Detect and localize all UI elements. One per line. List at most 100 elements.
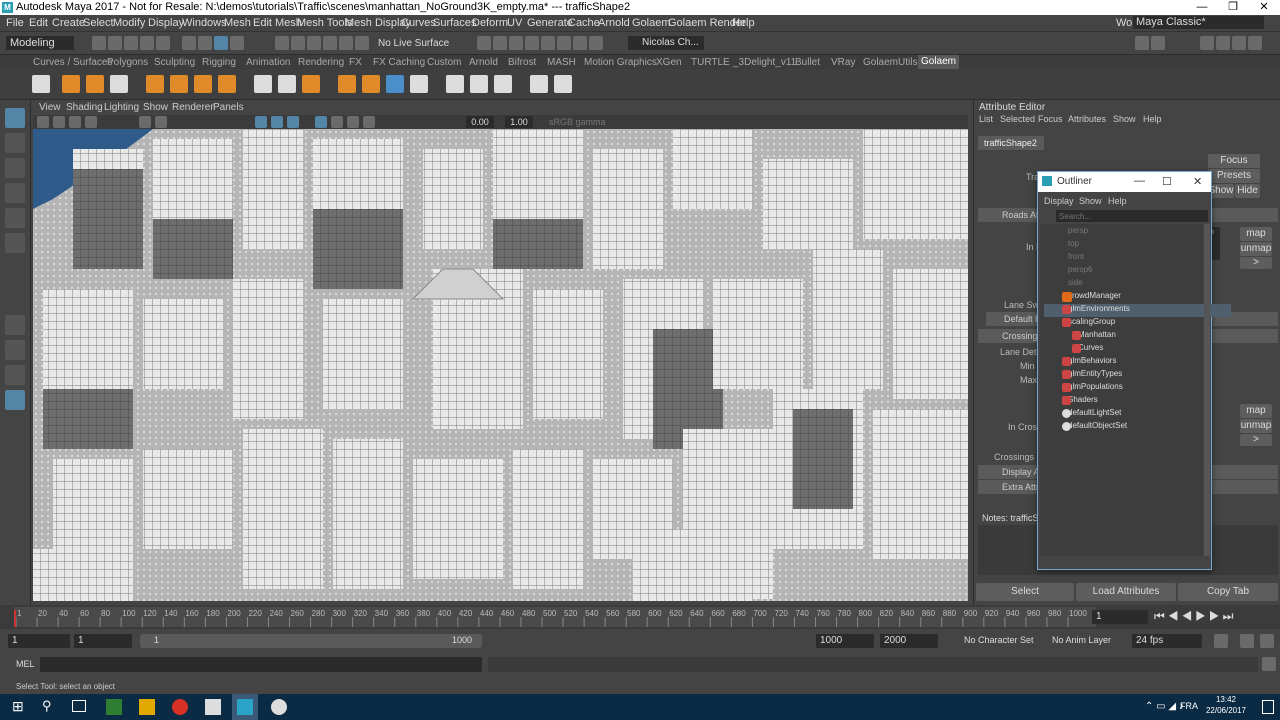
outliner-item[interactable]: glmPopulations: [1044, 382, 1231, 395]
shelf-tab[interactable]: Rendering: [298, 57, 344, 68]
menu-arnold[interactable]: Arnold: [598, 17, 630, 29]
menu-display[interactable]: Display: [148, 17, 184, 29]
character-icon[interactable]: [1260, 634, 1274, 648]
maximize-button[interactable]: ❐: [1218, 0, 1248, 15]
snap-live-icon[interactable]: [355, 36, 369, 50]
select-mask-icon[interactable]: [230, 36, 244, 50]
shelf-tab[interactable]: _3Delight_v11: [733, 57, 796, 68]
ae-arrow-button[interactable]: >: [1240, 257, 1272, 269]
outliner-item[interactable]: top: [1044, 239, 1231, 252]
snap-curve-icon[interactable]: [291, 36, 305, 50]
command-language-label[interactable]: MEL: [16, 659, 35, 669]
shelf-tab[interactable]: Sculpting: [154, 57, 195, 68]
crowd-motion-icon[interactable]: [278, 75, 296, 93]
snap-view-icon[interactable]: [323, 36, 337, 50]
panel-menu-show[interactable]: Show: [143, 102, 168, 113]
lock-camera-icon[interactable]: [53, 116, 65, 128]
range-slider-bar[interactable]: 1 1000: [140, 634, 482, 648]
outliner-item[interactable]: Shaders: [1044, 395, 1231, 408]
outliner-menu-display[interactable]: Display: [1044, 196, 1074, 206]
current-frame-field[interactable]: 1: [1092, 610, 1148, 624]
crowd-walk-icon[interactable]: [302, 75, 320, 93]
timeline-track[interactable]: 1 20 40 60 80 100 120 140 160 180 200 220 240 260 280 3…: [14, 607, 1096, 627]
render-settings-icon[interactable]: [525, 36, 539, 50]
menu-windows[interactable]: Windows: [182, 17, 227, 29]
minimize-button[interactable]: —: [1187, 0, 1217, 15]
user-account-button[interactable]: Nicolas Ch...: [628, 36, 704, 50]
playback-controls[interactable]: ⏮◀◀▶▶⏭: [1154, 609, 1278, 625]
outliner-minimize-icon[interactable]: —: [1134, 175, 1145, 187]
textured-icon[interactable]: [287, 116, 299, 128]
menu-file[interactable]: File: [6, 17, 24, 29]
anim-layer-label[interactable]: No Anim Layer: [1052, 635, 1111, 645]
crowd-render-icon[interactable]: [470, 75, 488, 93]
file-explorer-icon[interactable]: [139, 699, 155, 715]
ae-menu-focus[interactable]: Focus: [1038, 114, 1063, 124]
outliner-item[interactable]: front: [1044, 252, 1231, 265]
shelf-tab[interactable]: GolaemUtils: [863, 57, 917, 68]
snap-point-icon[interactable]: [307, 36, 321, 50]
render-seq-icon[interactable]: [493, 36, 507, 50]
crowd-tools-icon[interactable]: [554, 75, 572, 93]
crowd-cache-icon[interactable]: [386, 75, 404, 93]
wireframe-icon[interactable]: [255, 116, 267, 128]
crowd-behavior-icon[interactable]: [254, 75, 272, 93]
scale-tool-icon[interactable]: [5, 233, 25, 253]
shadows-icon[interactable]: [331, 116, 343, 128]
smooth-shade-icon[interactable]: [271, 116, 283, 128]
mode-selector[interactable]: Modeling: [6, 36, 74, 50]
ae-unmap-button[interactable]: unmap: [1240, 242, 1272, 256]
four-view-icon[interactable]: [5, 340, 25, 360]
crowd-fx-icon[interactable]: [338, 75, 356, 93]
ae-map-button-2[interactable]: map: [1240, 404, 1272, 418]
crowd-export-icon[interactable]: [410, 75, 428, 93]
anim-prefs-icon[interactable]: [1240, 634, 1254, 648]
animation-end-field[interactable]: 2000: [880, 634, 938, 648]
paint-select-tool-icon[interactable]: [5, 158, 25, 178]
save-scene-icon[interactable]: [124, 36, 138, 50]
modeling-toolkit-icon[interactable]: [1135, 36, 1149, 50]
rotate-tool-icon[interactable]: [5, 208, 25, 228]
outliner-menu-help[interactable]: Help: [1108, 196, 1127, 206]
panel-menu-lighting[interactable]: Lighting: [104, 102, 139, 113]
crowd-terrain-icon[interactable]: [110, 75, 128, 93]
playback-start-field[interactable]: 1: [74, 634, 132, 648]
menu-deform[interactable]: Deform: [472, 17, 508, 29]
isolate-select-icon[interactable]: [363, 116, 375, 128]
viewport-3d[interactable]: M: [33, 129, 968, 601]
menu-curves[interactable]: Curves: [401, 17, 436, 29]
shelf-tab[interactable]: Bifrost: [508, 57, 536, 68]
shelf-tab[interactable]: MASH: [547, 57, 576, 68]
ae-presets-button[interactable]: Presets: [1208, 169, 1260, 183]
menu-generate[interactable]: Generate: [527, 17, 573, 29]
ae-menu-show[interactable]: Show: [1113, 114, 1136, 124]
ae-map-button[interactable]: map: [1240, 227, 1272, 241]
move-tool-icon[interactable]: [5, 183, 25, 203]
camera-icon[interactable]: [37, 116, 49, 128]
crowd-manager-icon[interactable]: [62, 75, 80, 93]
undo-icon[interactable]: [140, 36, 154, 50]
menu-surfaces[interactable]: Surfaces: [433, 17, 476, 29]
ae-hide-button[interactable]: Hide: [1235, 184, 1260, 198]
layer-editor-toggle-icon[interactable]: [1248, 36, 1262, 50]
bookmark-icon[interactable]: [69, 116, 81, 128]
menu-modify[interactable]: Modify: [113, 17, 145, 29]
ae-copy-tab-button[interactable]: Copy Tab: [1178, 583, 1278, 601]
color-management-label[interactable]: sRGB gamma: [545, 116, 639, 128]
language-indicator[interactable]: FRA: [1180, 701, 1198, 711]
shelf-tab[interactable]: FX Caching: [373, 57, 425, 68]
menu-create[interactable]: Create: [52, 17, 85, 29]
playback-end-field[interactable]: 1000: [816, 634, 874, 648]
crowd-group-icon[interactable]: [146, 75, 164, 93]
image-plane-icon[interactable]: [85, 116, 97, 128]
outliner-maximize-icon[interactable]: ☐: [1162, 175, 1172, 188]
shelf-tab[interactable]: Motion Graphics: [584, 57, 657, 68]
outliner-item-selected[interactable]: glmEnvironments: [1044, 304, 1231, 317]
single-perspective-icon[interactable]: [5, 315, 25, 335]
select-object-icon[interactable]: [198, 36, 212, 50]
character-controls-icon[interactable]: [1151, 36, 1165, 50]
grid-icon[interactable]: [139, 116, 151, 128]
clock-time[interactable]: 13:42: [1206, 695, 1246, 704]
select-tool-icon[interactable]: [5, 108, 25, 128]
shelf-tab[interactable]: FX: [349, 57, 362, 68]
